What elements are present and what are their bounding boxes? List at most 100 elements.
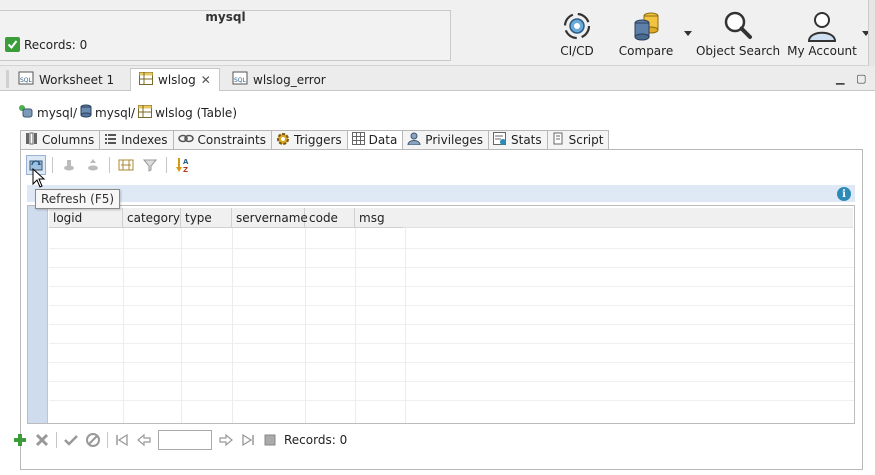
database-icon: [80, 104, 92, 121]
column-header[interactable]: type: [181, 208, 232, 228]
svg-text:SQL: SQL: [234, 77, 247, 84]
toolbar-separator: [52, 157, 53, 173]
breadcrumb-database[interactable]: mysql/: [95, 106, 135, 120]
export-button[interactable]: [83, 155, 103, 175]
my-account-button[interactable]: My Account: [787, 10, 857, 62]
tab-label: Privileges: [425, 133, 483, 147]
data-grid[interactable]: logid category type servername code msg: [27, 205, 855, 424]
grid-column-line: [405, 228, 406, 423]
info-icon[interactable]: i: [837, 187, 851, 201]
export-icon: [88, 159, 98, 171]
svg-text:SQL: SQL: [20, 77, 33, 84]
compare-button[interactable]: Compare: [618, 10, 674, 62]
database-compare-icon: [629, 10, 663, 45]
first-page-icon: [116, 433, 128, 447]
tab-label: Constraints: [197, 133, 266, 147]
delete-row-button[interactable]: [34, 432, 50, 448]
filter-button[interactable]: [140, 155, 160, 175]
window-edge: [868, 0, 875, 66]
row-header-gutter: [28, 206, 48, 423]
tab-label: Stats: [511, 133, 542, 147]
records-count: Records: 0: [284, 433, 348, 447]
cancel-icon: [86, 433, 100, 447]
grid-row-line: [49, 248, 854, 249]
toolbar-separator: [109, 157, 110, 173]
cicd-gear-icon: [560, 10, 594, 45]
maximize-icon[interactable]: ▢: [856, 72, 866, 85]
tab-label: Data: [368, 133, 398, 147]
tab-wlslog[interactable]: wlslog ✕: [130, 68, 220, 92]
data-panel: AZ i logid category type servername code…: [20, 149, 863, 470]
svg-text:Z: Z: [183, 166, 188, 173]
tab-constraints[interactable]: Constraints: [172, 130, 271, 150]
records-status-label: Records: 0: [24, 37, 88, 52]
next-page-button[interactable]: [218, 432, 234, 448]
sort-button[interactable]: AZ: [173, 155, 193, 175]
column-header[interactable]: category: [123, 208, 181, 228]
cicd-label: CI/CD: [560, 44, 594, 58]
grid-column-line: [305, 228, 306, 423]
grid-header-filler: [403, 208, 853, 228]
tab-columns[interactable]: Columns: [20, 130, 100, 150]
tab-wlslog-error[interactable]: SQL wlslog_error: [224, 68, 334, 91]
grid-row-line: [49, 324, 854, 325]
breadcrumb-table: wlslog (Table): [155, 105, 237, 120]
mouse-cursor-icon: [32, 167, 46, 191]
filter-bar[interactable]: [27, 185, 855, 202]
script-icon: [552, 132, 565, 148]
grid-row-line: [49, 362, 854, 363]
connection-title: mysql: [205, 10, 246, 24]
tab-data[interactable]: Data: [346, 130, 403, 150]
column-header[interactable]: logid: [49, 208, 123, 228]
add-row-button[interactable]: [12, 432, 28, 448]
cicd-button[interactable]: CI/CD: [557, 10, 597, 62]
import-button[interactable]: [59, 155, 79, 175]
tab-privileges[interactable]: Privileges: [402, 130, 488, 150]
grid-row-line: [49, 343, 854, 344]
breadcrumb-connection[interactable]: mysql/: [37, 106, 77, 120]
check-icon: [64, 435, 78, 446]
fit-columns-button[interactable]: [116, 155, 136, 175]
previous-page-button[interactable]: [136, 432, 152, 448]
delete-x-icon: [35, 433, 49, 447]
object-tabs: Columns Indexes Constraints Triggers Dat…: [20, 130, 610, 150]
magnifier-icon: [722, 10, 754, 45]
object-search-button[interactable]: Object Search: [696, 10, 780, 62]
tab-label: wlslog_error: [253, 72, 326, 87]
tab-triggers[interactable]: Triggers: [271, 130, 347, 150]
tab-indexes[interactable]: Indexes: [99, 130, 173, 150]
tab-stats[interactable]: Stats: [488, 130, 547, 150]
first-page-button[interactable]: [114, 432, 130, 448]
column-header[interactable]: servername: [232, 208, 308, 228]
grid-row-line: [49, 400, 854, 401]
compare-label: Compare: [618, 44, 674, 58]
last-page-button[interactable]: [240, 432, 256, 448]
navigation-bar: Records: 0: [12, 429, 347, 451]
column-header[interactable]: code: [305, 208, 355, 228]
page-number-input[interactable]: [158, 430, 212, 450]
plus-icon: [14, 434, 26, 446]
tab-label: Triggers: [294, 133, 342, 147]
grid-column-line: [123, 228, 124, 423]
tab-script[interactable]: Script: [546, 130, 610, 150]
apply-button[interactable]: [63, 432, 79, 448]
minimize-icon[interactable]: ▁: [836, 72, 844, 85]
refresh-tooltip: Refresh (F5): [35, 189, 121, 209]
arrow-left-icon: [137, 433, 151, 447]
data-grid-icon: [351, 132, 365, 148]
close-icon[interactable]: ✕: [201, 73, 211, 87]
compare-dropdown-icon[interactable]: [684, 31, 692, 36]
grid-column-line: [181, 228, 182, 423]
table-editor: mysql/ mysql/ wlslog (Table) Columns Ind…: [0, 91, 875, 475]
tab-label: Worksheet 1: [39, 72, 115, 87]
column-header[interactable]: msg: [355, 208, 405, 228]
stop-button[interactable]: [262, 432, 278, 448]
tab-worksheet-1[interactable]: SQL Worksheet 1: [10, 68, 122, 91]
grid-column-line: [355, 228, 356, 423]
records-status: Records: 0: [5, 37, 87, 52]
last-page-icon: [242, 433, 254, 447]
cancel-button[interactable]: [85, 432, 101, 448]
tab-label: Indexes: [121, 133, 168, 147]
tab-label: Columns: [42, 133, 95, 147]
triggers-icon: [276, 132, 290, 149]
